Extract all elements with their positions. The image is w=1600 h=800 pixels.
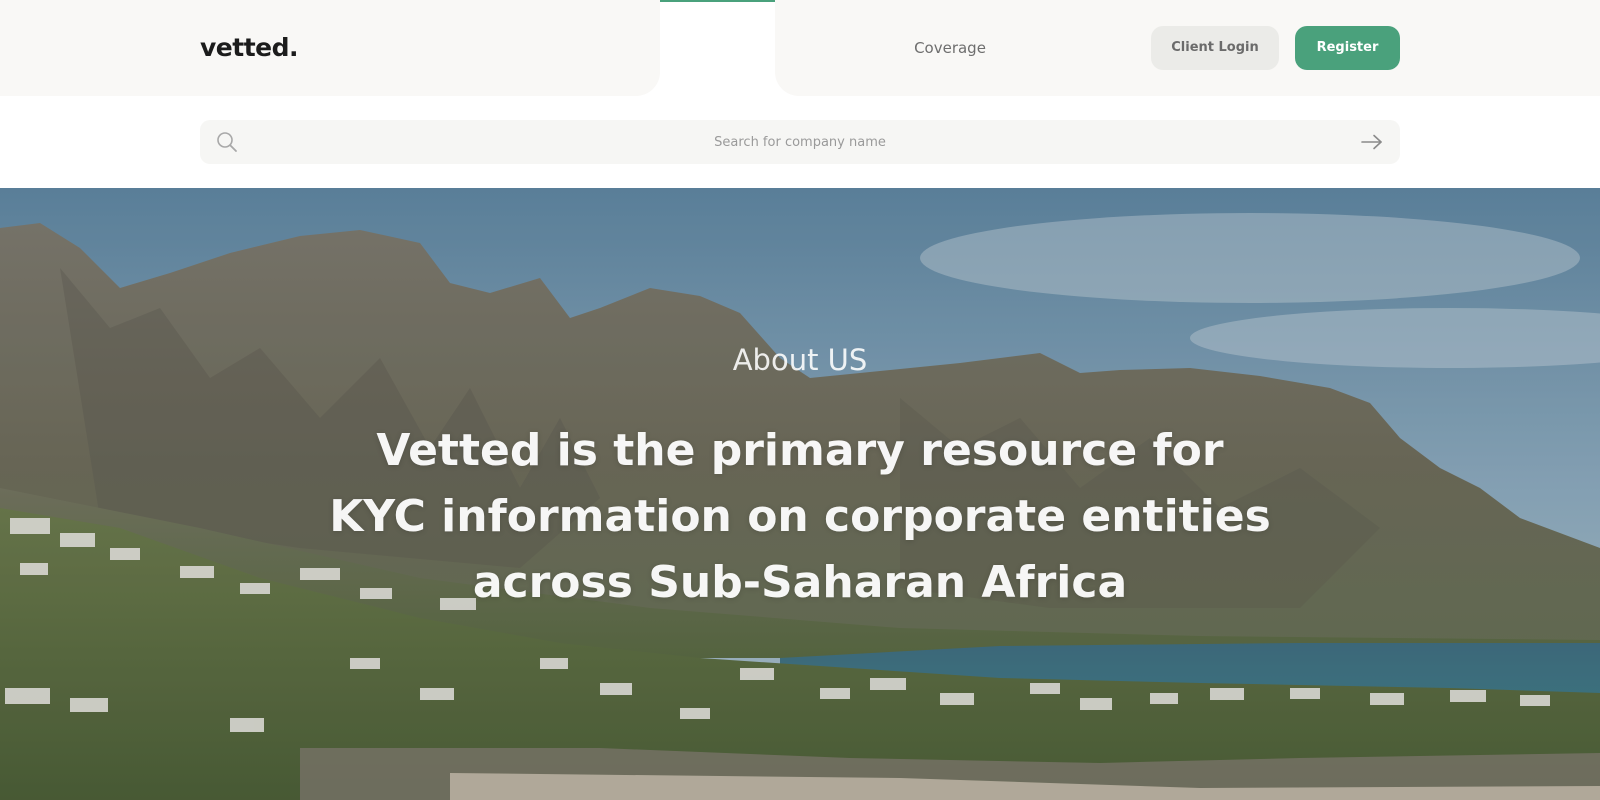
arrow-right-icon[interactable] [1360, 132, 1384, 152]
hero-title-line: across Sub-Saharan Africa [472, 557, 1128, 608]
hero-title-line: KYC information on corporate entities [329, 491, 1271, 542]
header-left-panel: vetted. [0, 0, 660, 96]
search-icon [217, 132, 237, 152]
company-search-bar[interactable] [200, 120, 1400, 164]
client-login-button[interactable]: Client Login [1151, 26, 1279, 70]
top-navigation-bar: vetted. Coverage Client Login Register [0, 0, 1600, 96]
hero-title: Vetted is the primary resource for KYC i… [300, 418, 1300, 616]
hero-title-line: Vetted is the primary resource for [376, 425, 1224, 476]
active-nav-tab[interactable] [660, 0, 775, 96]
company-search-input[interactable] [250, 120, 1350, 164]
hero-section: About US Vetted is the primary resource … [0, 188, 1600, 800]
register-button[interactable]: Register [1295, 26, 1400, 70]
nav-link-coverage[interactable]: Coverage [905, 37, 995, 59]
active-tab-indicator [660, 0, 775, 2]
vetted-logo[interactable]: vetted. [200, 30, 299, 66]
hero-subtitle: About US [732, 343, 868, 377]
